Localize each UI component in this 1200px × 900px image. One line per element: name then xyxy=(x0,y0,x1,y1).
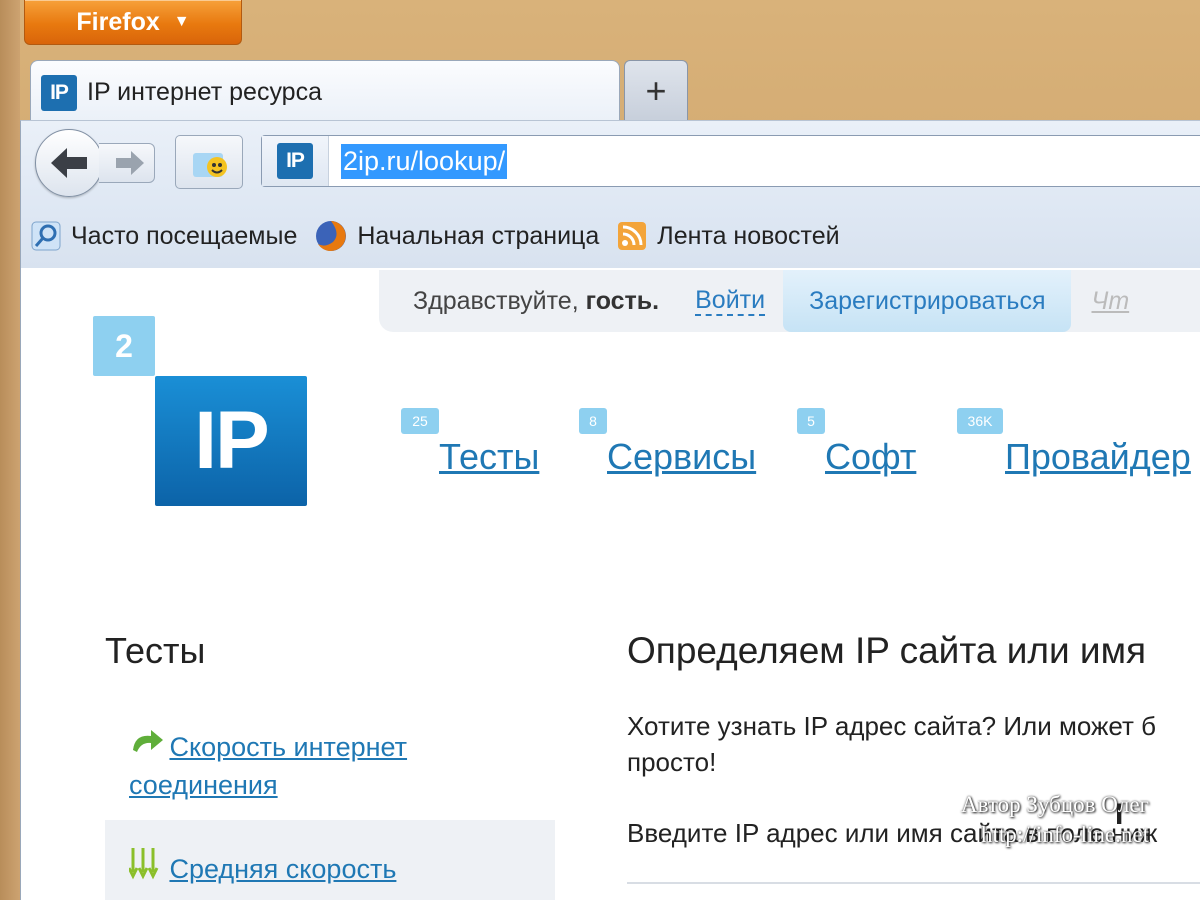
navigation-toolbar: IP 2ip.ru/lookup/ Часто посещаемые Начал… xyxy=(20,120,1200,269)
url-text[interactable]: 2ip.ru/lookup/ xyxy=(341,143,508,179)
web-page: Здравствуйте, гость. Войти Зарегистриров… xyxy=(20,268,1200,900)
watermark-author: Автор Зубцов Олег xyxy=(961,792,1149,817)
firefox-menu-label: Firefox xyxy=(76,7,160,36)
bookmark-label: Часто посещаемые xyxy=(71,221,298,250)
sidebar-item-speed[interactable]: Скорость интернет соединения xyxy=(129,728,459,804)
greeting-label: Здравствуйте, xyxy=(413,286,579,315)
count-badge: 25 xyxy=(401,408,439,434)
more-link[interactable]: Чт xyxy=(1091,287,1129,316)
bookmark-start-page[interactable]: Начальная страница xyxy=(315,220,599,252)
nav-link-label[interactable]: Провайдер xyxy=(1005,436,1191,478)
forward-button[interactable] xyxy=(99,143,155,183)
watermark-url: http://info-line.net xyxy=(980,822,1149,847)
video-watermark: Автор Зубцов Олег http://info-line.net xyxy=(961,790,1149,850)
forward-arrow-icon xyxy=(115,151,144,175)
intro-text: Хотите узнать IP адрес сайта? Или может … xyxy=(627,708,1156,780)
nav-link-label[interactable]: Тесты xyxy=(439,436,539,478)
back-button[interactable] xyxy=(35,129,103,197)
divider xyxy=(627,882,1200,884)
register-button[interactable]: Зарегистрироваться xyxy=(783,270,1072,332)
sidebar-link-label[interactable]: Скорость интернет соединения xyxy=(129,732,407,800)
intro-line-1: Хотите узнать IP адрес сайта? Или может … xyxy=(627,711,1157,741)
firefox-icon xyxy=(316,221,347,251)
bookmarks-toolbar: Часто посещаемые Начальная страница Лент… xyxy=(21,213,1200,259)
window-frame-edge xyxy=(0,0,20,900)
down-arrows-icon xyxy=(127,848,159,880)
bookmark-label: Начальная страница xyxy=(357,221,600,250)
site-identity-button[interactable]: IP xyxy=(262,136,329,186)
logo-main[interactable]: IP xyxy=(155,376,307,506)
search-icon xyxy=(31,221,61,251)
count-badge: 5 xyxy=(797,408,825,434)
bookmark-most-visited[interactable]: Часто посещаемые xyxy=(31,221,297,251)
site-favicon-icon: IP xyxy=(41,74,77,111)
site-favicon-icon: IP xyxy=(277,143,313,179)
intro-line-2: просто! xyxy=(627,747,717,777)
new-tab-button[interactable]: + xyxy=(624,60,688,121)
back-arrow-icon xyxy=(51,148,87,178)
bookmark-news-feed[interactable]: Лента новостей xyxy=(617,221,840,251)
sidebar-link-label[interactable]: Средняя скорость xyxy=(169,854,396,884)
address-bar[interactable]: IP 2ip.ru/lookup/ xyxy=(261,135,1200,187)
login-link[interactable]: Войти xyxy=(695,286,766,316)
tab-title: IP интернет ресурса xyxy=(87,78,322,106)
firefox-menu-button[interactable]: Firefox ▼ xyxy=(24,0,242,45)
greeting-text: Здравствуйте, гость. xyxy=(413,287,659,316)
home-icon xyxy=(193,153,227,177)
sidebar-heading: Тесты xyxy=(105,630,206,671)
user-bar: Здравствуйте, гость. Войти Зарегистриров… xyxy=(379,270,1200,332)
count-badge: 36K xyxy=(957,408,1003,434)
home-button[interactable] xyxy=(175,135,243,189)
logo-small[interactable]: 2 xyxy=(93,316,155,376)
nav-link-label[interactable]: Сервисы xyxy=(607,436,756,478)
sidebar-item-average-speed[interactable]: Средняя скорость xyxy=(105,820,555,900)
guest-label: гость. xyxy=(585,286,660,315)
count-badge: 8 xyxy=(579,408,607,434)
refresh-arrow-icon xyxy=(133,730,163,752)
tab-active[interactable]: IP IP интернет ресурса xyxy=(30,60,620,124)
page-title: Определяем IP сайта или имя xyxy=(627,630,1147,671)
nav-link-label[interactable]: Софт xyxy=(825,436,916,478)
bookmark-label: Лента новостей xyxy=(657,221,840,250)
rss-icon xyxy=(618,222,647,250)
chevron-down-icon: ▼ xyxy=(173,13,190,30)
